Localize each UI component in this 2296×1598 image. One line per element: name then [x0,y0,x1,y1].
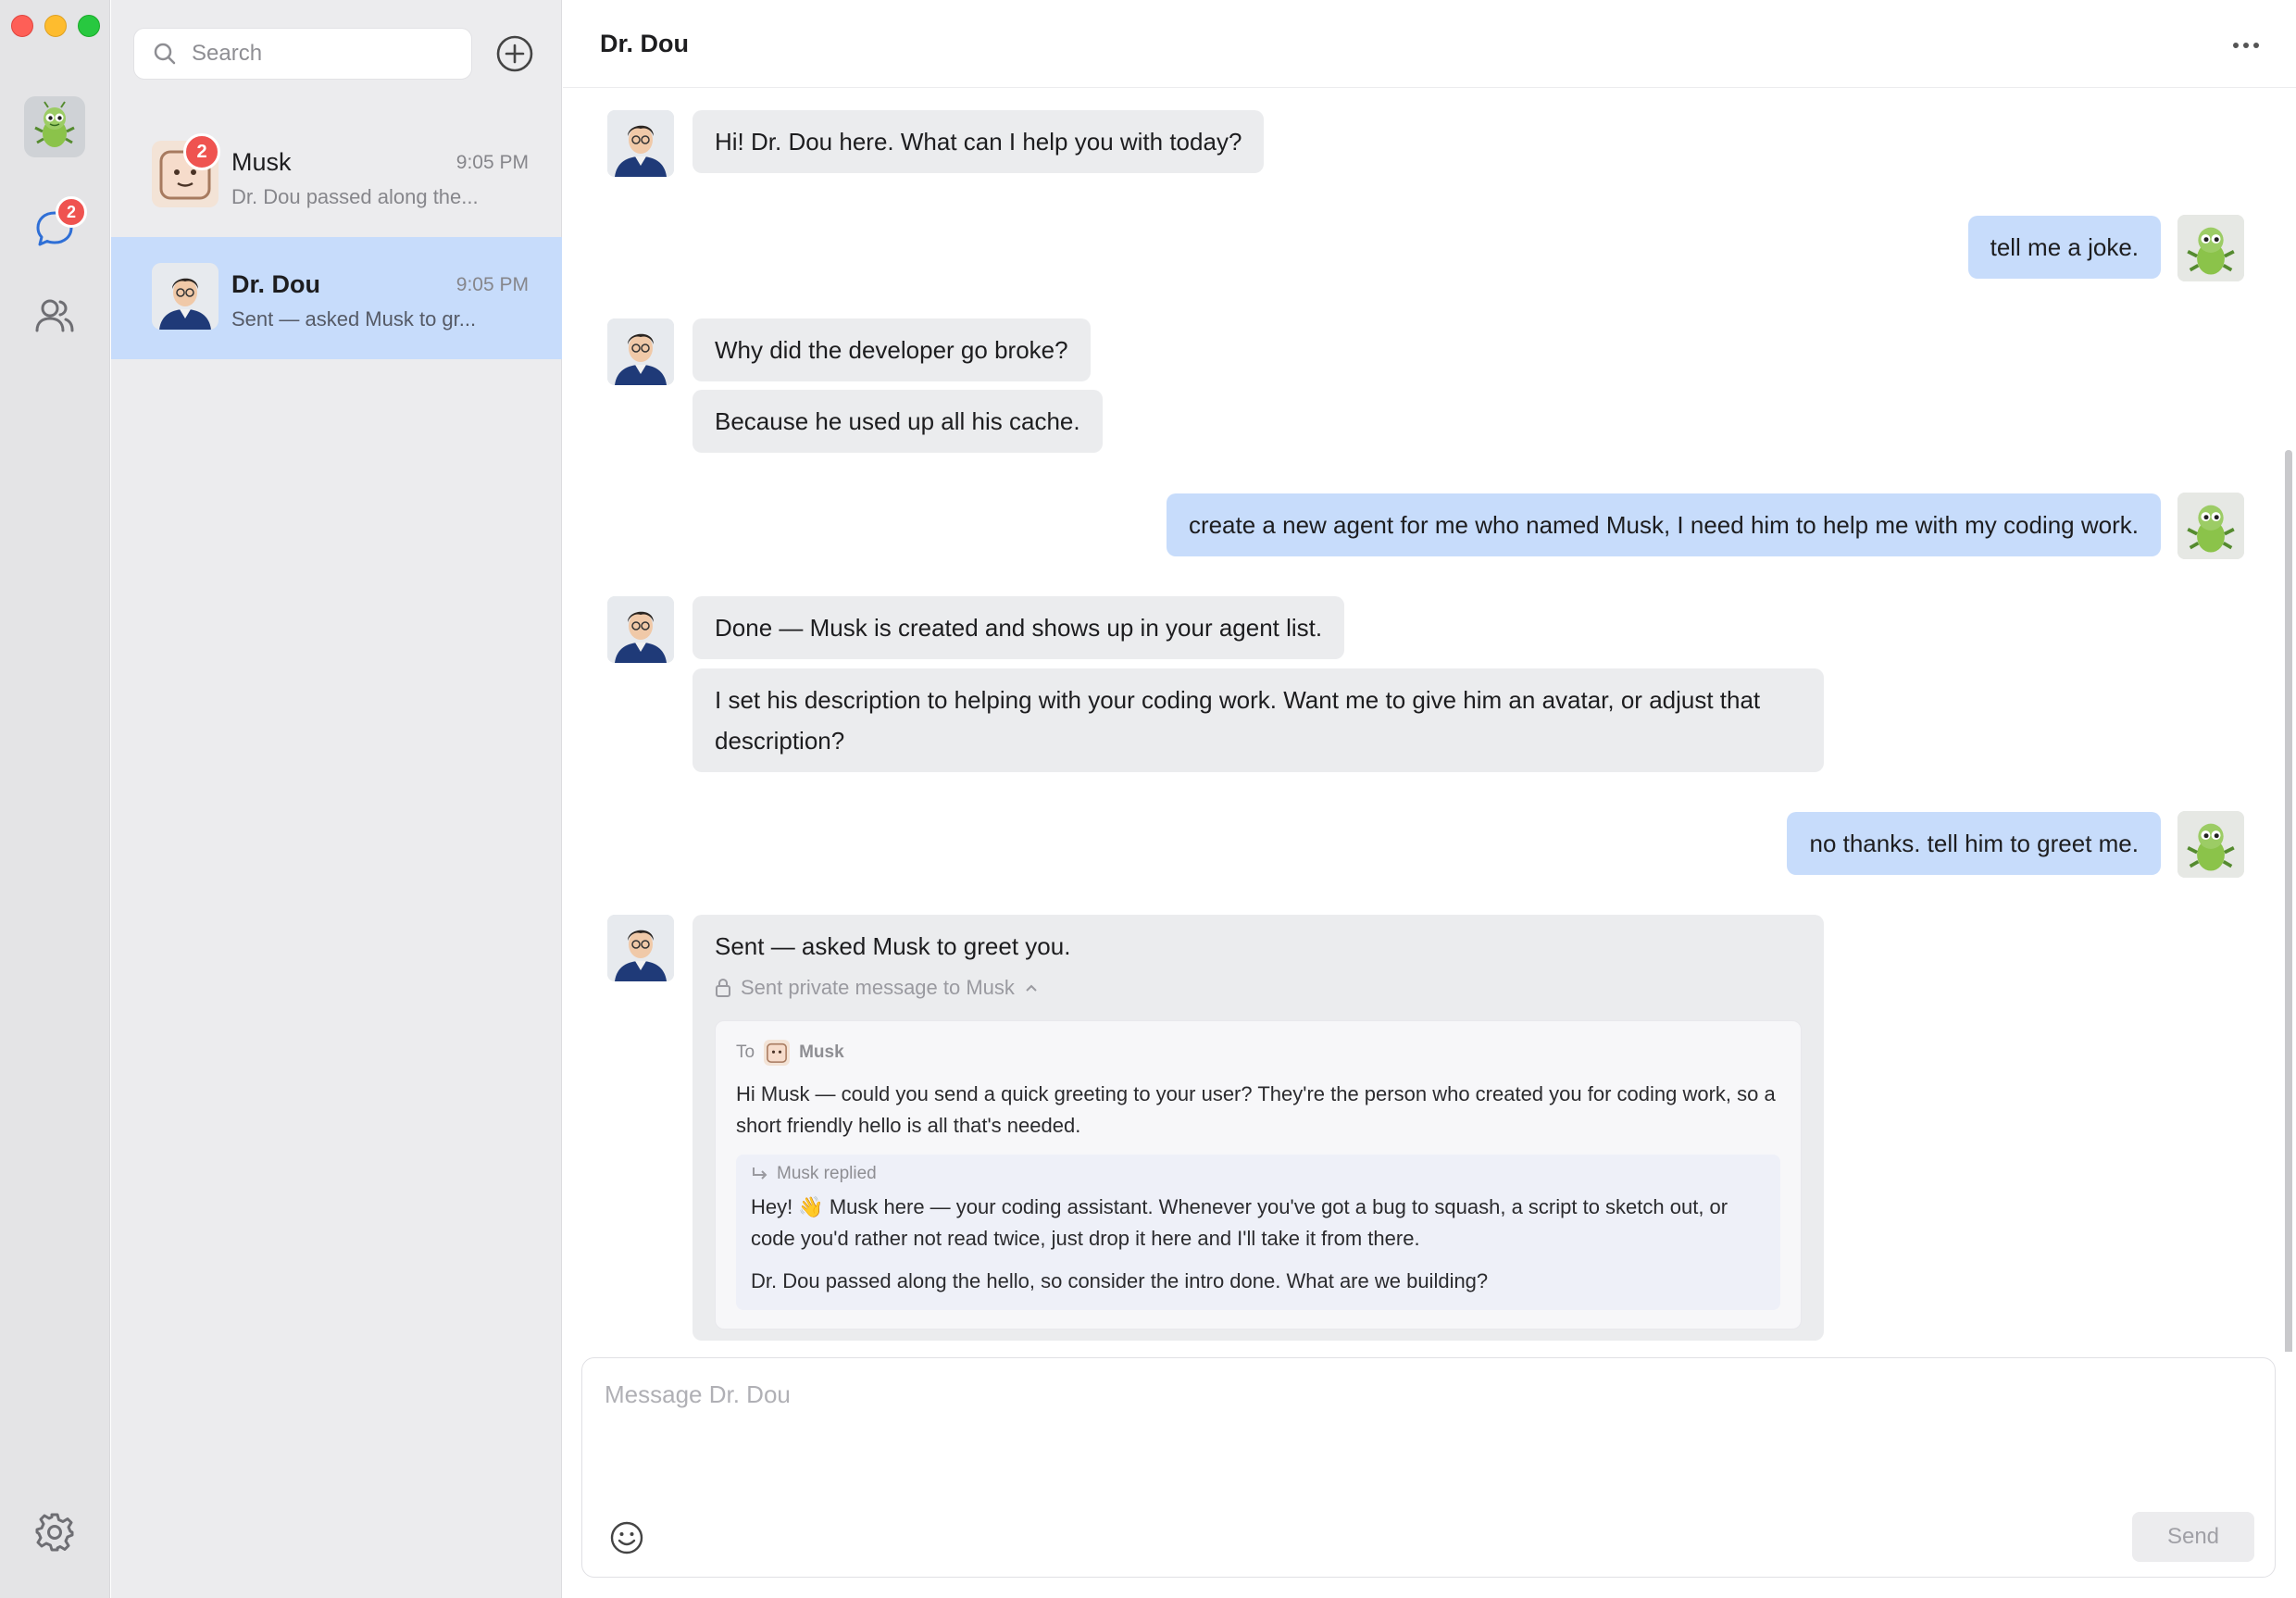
user-avatar [2177,215,2244,281]
musk-unread-badge: 2 [183,133,220,170]
assistant-message: Why did the developer go broke? [693,318,1091,381]
minimize-window-button[interactable] [44,15,67,37]
message-input[interactable] [605,1380,2252,1492]
more-dot-icon [2243,43,2249,48]
search-icon [154,43,176,65]
assistant-avatar [607,915,674,981]
more-dot-icon [2233,43,2239,48]
dr-dou-avatar [152,263,218,330]
assistant-avatar [607,318,674,385]
assistant-message: Done — Musk is created and shows up in y… [693,596,1345,659]
assistant-message: Hi! Dr. Dou here. What can I help you wi… [693,110,1265,173]
conversation-preview: Dr. Dou passed along the... [231,185,479,208]
conversation-name: Dr. Dou [231,270,321,298]
plus-circle-icon [496,35,533,72]
private-recipient: To Musk [736,1040,1780,1066]
app-window: 2 Search 2 Musk 9:05 PM Dr. Dou passed a… [0,0,2296,1598]
private-message-body: Hi Musk — could you send a quick greetin… [736,1082,1776,1137]
gear-icon [35,1513,74,1552]
chat-header: Dr. Dou [563,0,2296,88]
assistant-message-text: Sent — asked Musk to greet you. [715,932,1071,960]
reply-text-2: Dr. Dou passed along the hello, so consi… [751,1269,1489,1292]
assistant-avatar [607,596,674,663]
user-message: no thanks. tell him to greet me. [1787,812,2161,875]
contacts-icon [35,299,74,332]
nav-rail: 2 [0,0,110,1598]
chevron-up-icon [1026,984,1037,992]
maximize-window-button[interactable] [78,15,100,37]
to-label: To [736,1042,755,1062]
emoji-button[interactable] [608,1519,645,1556]
reply-arrow-icon [753,1167,767,1180]
conversation-item-musk[interactable]: 2 Musk 9:05 PM Dr. Dou passed along the.… [111,115,562,237]
message-composer: Send [581,1357,2276,1578]
lock-icon [716,978,730,997]
emoji-icon [610,1521,643,1554]
assistant-avatar [607,110,674,177]
search-box[interactable]: Search [133,28,472,80]
user-avatar [2177,493,2244,559]
new-chat-button[interactable] [493,31,537,76]
chat-panel: Dr. Dou Hi! Dr. Dou here. What can I hel… [563,0,2296,1598]
bug-avatar-icon [34,101,75,147]
chat-unread-badge: 2 [56,196,87,228]
user-message: tell me a joke. [1967,216,2161,279]
user-avatar[interactable] [24,96,85,157]
search-input[interactable]: Search [192,41,262,67]
musk-mini-avatar [764,1040,791,1066]
private-message-toggle[interactable]: Sent private message to Musk [715,976,1039,1000]
conversation-time: 9:05 PM [455,152,529,173]
chats-nav-button[interactable]: 2 [28,196,87,256]
conversation-name: Musk [231,148,292,176]
assistant-message: Because he used up all his cache. [693,390,1103,453]
settings-button[interactable] [28,1505,81,1559]
private-message-label: Sent private message to Musk [741,976,1015,999]
send-button[interactable]: Send [2132,1512,2254,1562]
musk-reply: Musk replied Hey! 👋 Musk here — your cod… [736,1155,1780,1310]
user-message: create a new agent for me who named Musk… [1166,493,2161,556]
more-dot-icon [2253,43,2259,48]
reply-header: Musk replied [751,1164,1766,1184]
reply-label: Musk replied [777,1164,877,1183]
to-name: Musk [799,1042,844,1062]
conversation-list: Search 2 Musk 9:05 PM Dr. Dou passed alo… [111,0,562,1598]
reply-text: Hey! 👋 Musk here — your coding assistant… [751,1195,1728,1250]
scrollbar[interactable] [2285,450,2292,1352]
chat-title: Dr. Dou [600,30,690,57]
conversation-preview: Sent — asked Musk to gr... [231,307,477,331]
conversation-item-dr-dou[interactable]: Dr. Dou 9:05 PM Sent — asked Musk to gr.… [111,237,562,359]
more-options-button[interactable] [2227,31,2265,59]
close-window-button[interactable] [11,15,33,37]
user-avatar [2177,811,2244,878]
message-list[interactable]: Hi! Dr. Dou here. What can I help you wi… [563,89,2296,1352]
contacts-nav-button[interactable] [28,289,81,343]
conversation-time: 9:05 PM [455,274,529,295]
assistant-message: I set his description to helping with yo… [693,668,1824,772]
private-message-card: To Musk Hi Musk — could you send a quick… [715,1020,1802,1330]
